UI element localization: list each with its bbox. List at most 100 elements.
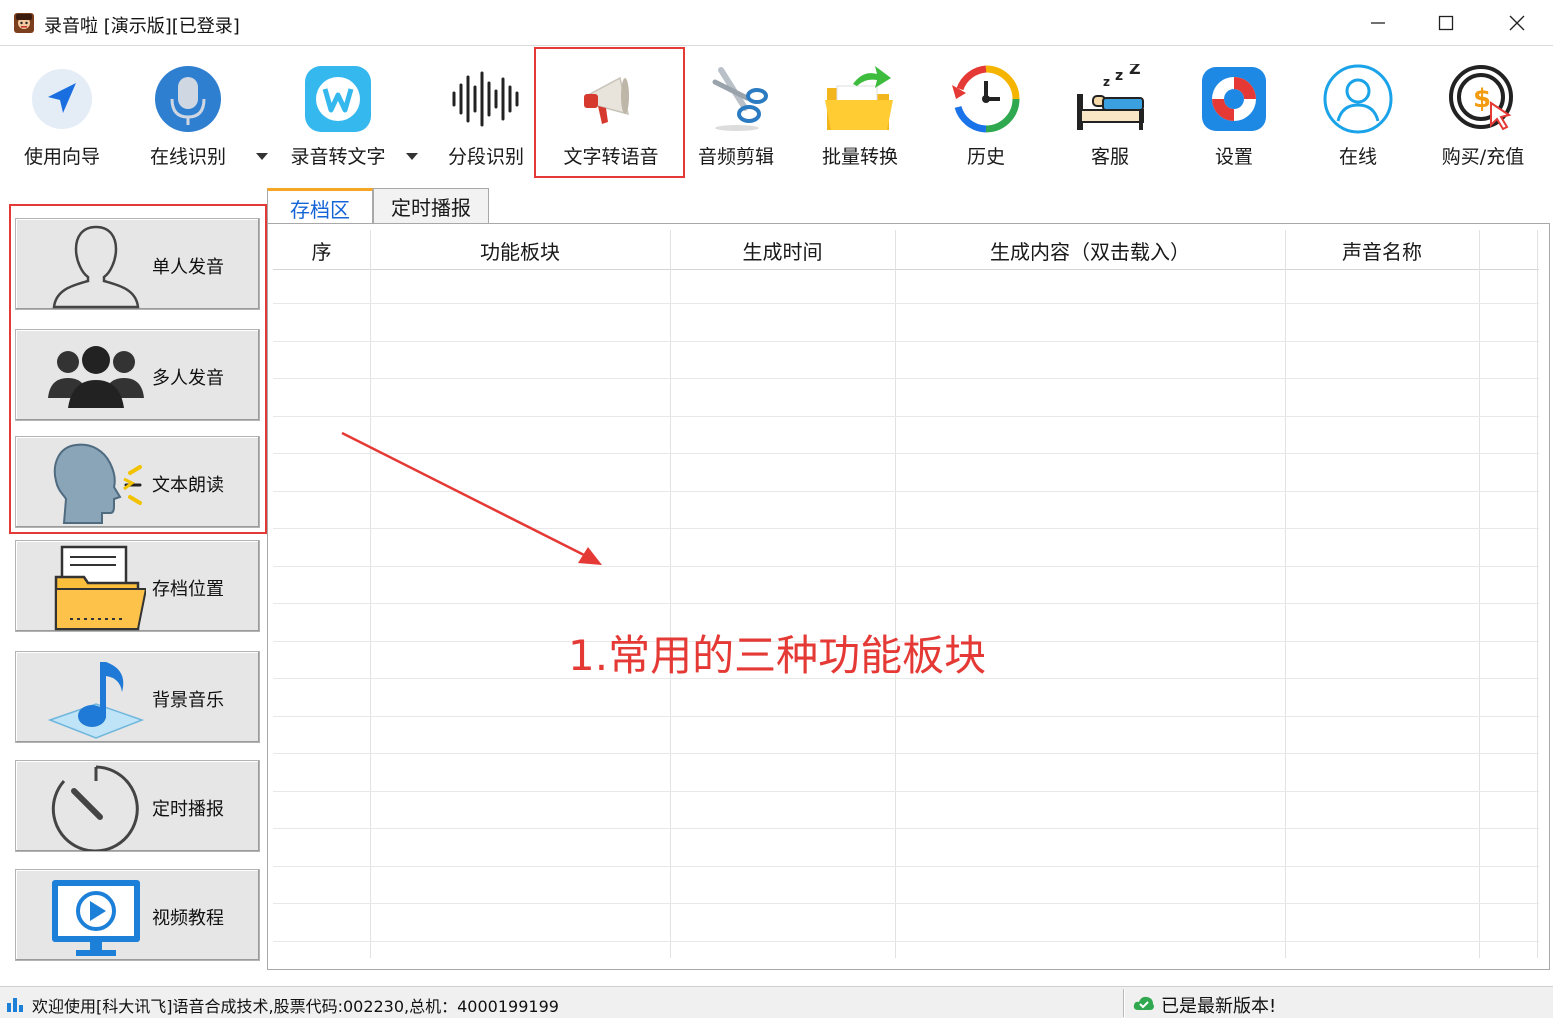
toolbar-label: 设置 <box>1214 146 1253 168</box>
window-title: 录音啦 [演示版][已登录] <box>44 16 240 37</box>
waveform-icon <box>452 71 519 127</box>
sidebar-item-video-tutorial[interactable]: 视频教程 <box>15 869 260 961</box>
sidebar-item-label: 背景音乐 <box>152 690 224 711</box>
megaphone-icon <box>584 76 630 124</box>
toolbar-button-guide[interactable]: 使用向导 <box>10 47 114 177</box>
maximize-icon <box>1438 15 1454 31</box>
grid-row-line <box>273 378 1539 379</box>
speaking-head-icon <box>53 443 142 524</box>
grid-row-line <box>273 303 1539 304</box>
stopwatch-icon <box>51 765 139 851</box>
column-header-voice-name[interactable]: 声音名称 <box>1285 230 1479 270</box>
tab-archive[interactable]: 存档区 <box>267 188 373 225</box>
grid-row-line <box>273 828 1539 829</box>
dollar-cursor-icon: $ <box>1449 65 1513 131</box>
tab-scheduled-broadcast[interactable]: 定时播报 <box>373 188 489 224</box>
sidebar-item-background-music[interactable]: 背景音乐 <box>15 651 260 743</box>
column-header-module[interactable]: 功能板块 <box>370 230 670 270</box>
microphone-icon <box>155 66 221 132</box>
column-header-time[interactable]: 生成时间 <box>670 230 895 270</box>
toolbar-button-online-recognition[interactable]: 在线识别 <box>136 47 240 177</box>
toolbar-button-segment-recognition[interactable]: 分段识别 <box>434 47 538 177</box>
toolbar-button-audio-edit[interactable]: 音频剪辑 <box>684 47 788 177</box>
svg-text:z: z <box>1115 68 1123 84</box>
toolbar-button-customer-service[interactable]: z z Z 客服 <box>1058 47 1162 177</box>
annotation-arrow <box>341 431 602 565</box>
folder-arrow-icon <box>825 66 893 130</box>
sidebar-item-label: 文本朗读 <box>152 475 224 496</box>
lifebuoy-icon <box>1202 67 1266 131</box>
title-bar: 录音啦 [演示版][已登录] <box>0 0 1553 46</box>
video-monitor-icon <box>52 880 140 956</box>
toolbar-label: 录音转文字 <box>290 146 386 168</box>
status-divider <box>1123 989 1125 1017</box>
sidebar-item-single-voice[interactable]: 单人发音 <box>15 218 260 310</box>
chevron-down-icon[interactable] <box>406 153 418 160</box>
close-icon <box>1509 15 1525 31</box>
grid-row-line <box>273 340 1539 342</box>
grid-row-line <box>273 865 1539 867</box>
column-header-content[interactable]: 生成内容（双击载入） <box>895 230 1285 270</box>
app-logo-icon <box>14 13 34 33</box>
sidebar-item-multi-voice[interactable]: 多人发音 <box>15 329 260 421</box>
svg-text:$: $ <box>1473 84 1491 114</box>
cloud-check-icon <box>1133 996 1154 1010</box>
status-message: 欢迎使用[科大讯飞]语音合成技术,股票代码:002230,总机：40001991… <box>32 997 559 1016</box>
sidebar-item-label: 视频教程 <box>152 908 224 929</box>
toolbar-label: 在线识别 <box>149 146 226 168</box>
grid-row-line <box>273 715 1539 717</box>
column-header-index[interactable]: 序 <box>273 230 370 270</box>
chevron-down-icon[interactable] <box>256 153 268 160</box>
toolbar-label: 文字转语音 <box>563 146 659 168</box>
svg-text:z: z <box>1103 75 1110 89</box>
grid-row-line <box>273 415 1539 417</box>
sidebar-item-archive-location[interactable]: 存档位置 <box>15 540 260 632</box>
grid-row-line <box>273 940 1539 942</box>
sidebar-item-text-reading[interactable]: 文本朗读 <box>15 436 260 528</box>
sidebar-item-label: 多人发音 <box>152 368 224 389</box>
grid-header: 序 功能板块 生成时间 生成内容（双击载入） 声音名称 <box>273 230 1539 270</box>
sidebar-item-label: 定时播报 <box>152 799 224 820</box>
navigation-arrow-icon <box>32 69 92 129</box>
toolbar-button-text-to-speech[interactable]: 文字转语音 <box>550 47 672 177</box>
folder-document-icon <box>54 545 146 631</box>
svg-text:Z: Z <box>1129 64 1141 78</box>
version-status: 已是最新版本! <box>1161 996 1277 1017</box>
user-circle-icon <box>1323 64 1393 134</box>
toolbar-label: 分段识别 <box>447 146 524 168</box>
grid-divider <box>895 230 896 958</box>
grid-row-line <box>273 753 1539 754</box>
toolbar-label: 客服 <box>1090 146 1129 168</box>
toolbar-label: 批量转换 <box>821 146 898 168</box>
grid-divider <box>370 230 371 958</box>
toolbar-label: 使用向导 <box>23 146 100 168</box>
toolbar-button-record-to-text[interactable]: 录音转文字 <box>280 47 396 177</box>
grid-row-line <box>273 903 1539 904</box>
close-button[interactable] <box>1483 0 1551 46</box>
main-toolbar: 使用向导 在线识别 录音转文字 分段识别 文字转语音 音频剪辑 批量转换 历史 … <box>0 47 1553 177</box>
grid-row-line <box>273 603 1539 604</box>
group-people-icon <box>48 346 144 408</box>
toolbar-button-settings[interactable]: 设置 <box>1182 47 1286 177</box>
history-clock-icon <box>952 65 1020 133</box>
left-sidebar: 单人发音 多人发音 文本朗读 存档位置 背景音乐 定时播报 视频教程 <box>0 190 268 980</box>
grid-row-line <box>273 790 1539 792</box>
sidebar-item-scheduled-broadcast[interactable]: 定时播报 <box>15 760 260 852</box>
toolbar-button-history[interactable]: 历史 <box>934 47 1038 177</box>
archive-grid-panel: 序 功能板块 生成时间 生成内容（双击载入） 声音名称 <box>267 223 1550 970</box>
single-person-icon <box>52 225 140 309</box>
annotation-text: 1.常用的三种功能板块 <box>568 631 987 680</box>
grid-divider <box>1479 230 1480 958</box>
minimize-icon <box>1371 22 1385 24</box>
toolbar-button-online[interactable]: 在线 <box>1306 47 1410 177</box>
maximize-button[interactable] <box>1412 0 1480 46</box>
sidebar-item-label: 存档位置 <box>152 579 224 600</box>
toolbar-button-batch-convert[interactable]: 批量转换 <box>808 47 912 177</box>
toolbar-label: 在线 <box>1338 146 1377 168</box>
sleeping-bed-icon: z z Z <box>1077 64 1144 130</box>
minimize-button[interactable] <box>1344 0 1412 46</box>
sidebar-item-label: 单人发音 <box>152 257 224 278</box>
toolbar-label: 音频剪辑 <box>697 146 774 168</box>
toolbar-button-buy-recharge[interactable]: $ 购买/充值 <box>1428 47 1538 177</box>
music-note-icon <box>47 662 145 739</box>
